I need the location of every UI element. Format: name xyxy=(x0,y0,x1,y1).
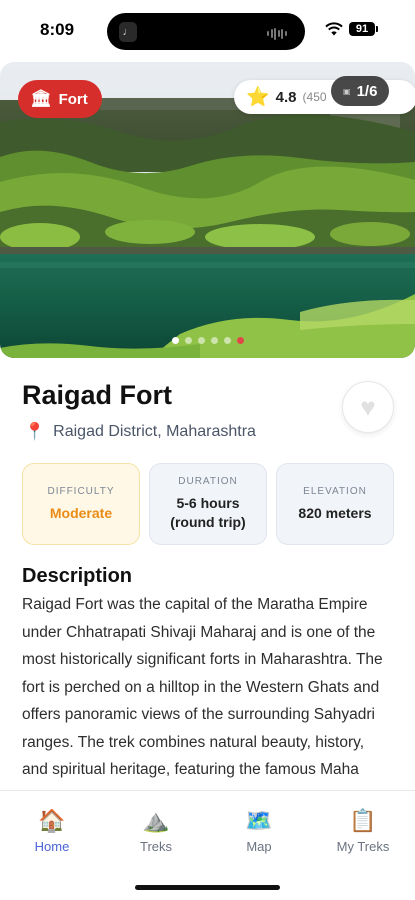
status-bar: 8:09 ♩ 91 xyxy=(0,0,415,62)
category-chip: 🏛 Fort xyxy=(18,80,102,118)
tab-map[interactable]: 🗺️ Map xyxy=(209,807,309,854)
hero-image-carousel[interactable]: 🏛 Fort ⭐ 4.8 (450 ▣ 1/6 xyxy=(0,62,415,358)
star-icon: ⭐ xyxy=(246,87,270,108)
tab-label: My Treks xyxy=(336,839,390,854)
duration-value-line2: (round trip) xyxy=(170,514,246,530)
duration-label: DURATION xyxy=(178,476,238,487)
tab-label: Home xyxy=(34,839,70,854)
difficulty-label: DIFFICULTY xyxy=(47,485,115,497)
difficulty-card: DIFFICULTY Moderate xyxy=(22,463,140,545)
photo-counter: 1/6 xyxy=(356,82,378,100)
tab-label: Treks xyxy=(139,839,173,854)
elevation-label: ELEVATION xyxy=(303,485,367,497)
elevation-card: ELEVATION 820 meters xyxy=(276,463,394,545)
favorite-button[interactable]: ♥ xyxy=(342,381,394,433)
rating-value: 4.8 xyxy=(275,88,297,106)
battery-icon: 91 xyxy=(349,22,378,36)
tab-home[interactable]: 🏠 Home xyxy=(2,807,102,854)
trek-location: 📍 Raigad District, Maharashtra xyxy=(24,422,256,442)
dynamic-island: ♩ xyxy=(107,13,305,50)
duration-value-line1: 5-6 hours xyxy=(176,495,240,511)
location-pin-icon: 📍 xyxy=(24,422,46,441)
location-text: Raigad District, Maharashtra xyxy=(53,423,256,440)
temple-icon: 🏛 xyxy=(30,89,52,108)
carousel-dot[interactable] xyxy=(185,337,192,344)
category-label: Fort xyxy=(58,90,88,108)
duration-card: DURATION 5-6 hours (round trip) xyxy=(149,463,267,545)
tab-label: Map xyxy=(246,839,272,854)
carousel-dot[interactable] xyxy=(172,337,179,344)
map-icon: 🗺️ xyxy=(245,808,273,833)
tab-treks[interactable]: ⛰️ Treks xyxy=(106,807,206,854)
status-time: 8:09 xyxy=(40,20,75,39)
house-icon: 🏠 xyxy=(38,808,66,833)
elevation-value: 820 meters xyxy=(298,504,372,521)
music-app-icon: ♩ xyxy=(119,22,137,42)
carousel-dot[interactable] xyxy=(198,337,205,344)
photo-counter-chip: ▣ 1/6 xyxy=(331,76,390,106)
carousel-dot[interactable] xyxy=(211,337,218,344)
description-text: Raigad Fort was the capital of the Marat… xyxy=(22,596,383,790)
home-indicator[interactable] xyxy=(135,885,280,890)
heart-icon: ♥ xyxy=(360,391,376,422)
clipboard-icon: 📋 xyxy=(349,808,377,833)
carousel-dots[interactable] xyxy=(172,337,244,344)
camera-icon: ▣ xyxy=(343,86,351,96)
bottom-tab-bar: 🏠 Home ⛰️ Treks 🗺️ Map 📋 My Treks xyxy=(0,790,415,900)
audio-waveform-icon xyxy=(267,25,293,40)
tab-my-treks[interactable]: 📋 My Treks xyxy=(313,807,413,854)
trek-title: Raigad Fort xyxy=(22,380,173,410)
description-heading: Description xyxy=(22,565,133,587)
difficulty-value: Moderate xyxy=(49,504,113,521)
rating-count: (450 xyxy=(302,90,327,104)
carousel-dot[interactable] xyxy=(224,337,231,344)
wifi-icon xyxy=(325,22,343,36)
mountain-icon: ⛰️ xyxy=(142,808,170,833)
carousel-dot[interactable] xyxy=(237,337,244,344)
